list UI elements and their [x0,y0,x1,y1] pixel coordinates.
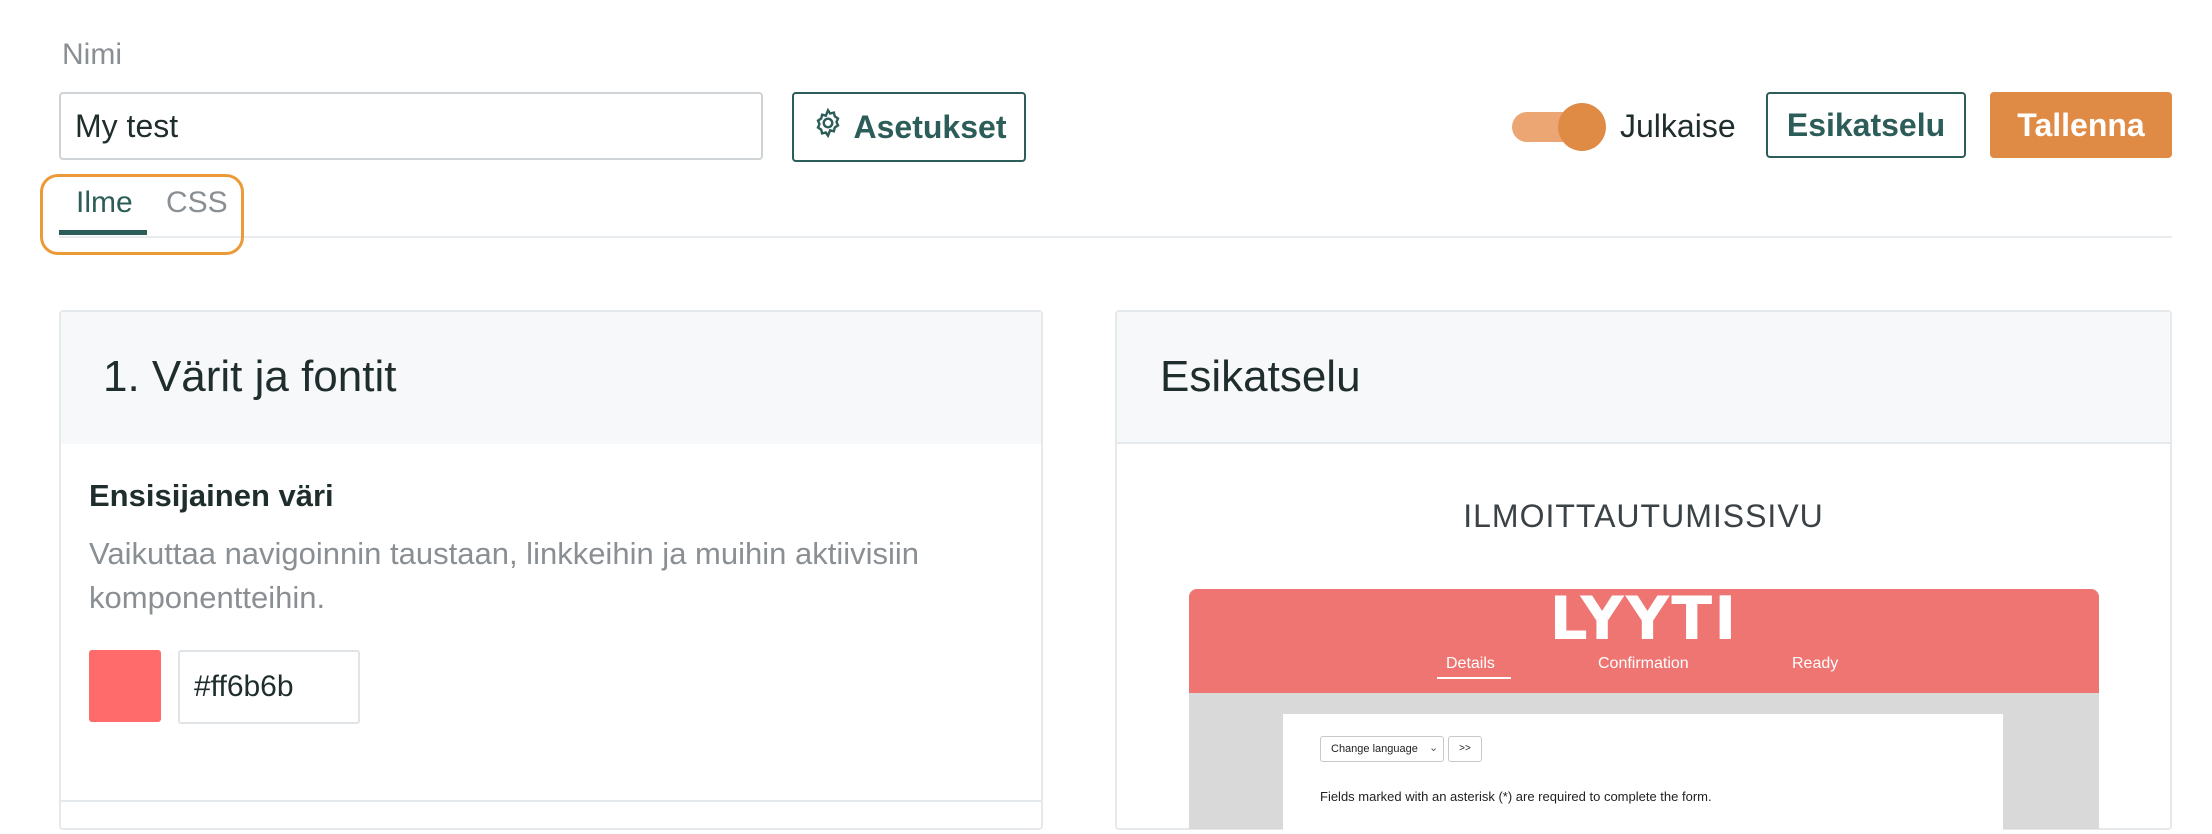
settings-button[interactable]: Asetukset [792,92,1026,162]
name-label: Nimi [62,38,122,71]
signup-page-heading: ILMOITTAUTUMISSIVU [1463,498,1824,534]
preview-go-button: >> [1448,736,1482,762]
publish-label: Julkaise [1620,108,1736,144]
primary-color-title: Ensisijainen väri [89,478,334,513]
primary-color-description: Vaikuttaa navigoinnin taustaan, linkkeih… [89,536,920,615]
preview-panel-title: Esikatselu [1160,352,1361,401]
lyyti-logo: LYYTI [1549,584,1739,654]
save-button[interactable]: Tallenna [1990,92,2172,158]
tabs-highlight-outline [40,174,244,255]
gear-icon [812,107,844,147]
preview-nav-active-indicator [1437,677,1511,679]
preview-button[interactable]: Esikatselu [1766,92,1966,158]
preview-language-select: Change language [1320,736,1444,762]
settings-button-label: Asetukset [853,108,1007,145]
preview-required-note: Fields marked with an asterisk (*) are r… [1320,789,1712,804]
name-input[interactable]: My test [59,92,763,160]
preview-nav-details: Details [1446,655,1495,672]
section-divider [61,800,1041,802]
preview-nav-ready: Ready [1792,655,1839,672]
chevron-down-icon: ⌄ [1429,742,1439,754]
primary-color-hex-input[interactable]: #ff6b6b [178,650,360,724]
primary-color-swatch[interactable] [89,650,161,722]
publish-toggle-knob[interactable] [1558,103,1606,151]
preview-form-card [1283,714,2003,834]
colors-fonts-title: 1. Värit ja fontit [103,352,397,401]
tabs-divider [59,236,2172,238]
preview-nav-confirmation: Confirmation [1598,655,1689,672]
